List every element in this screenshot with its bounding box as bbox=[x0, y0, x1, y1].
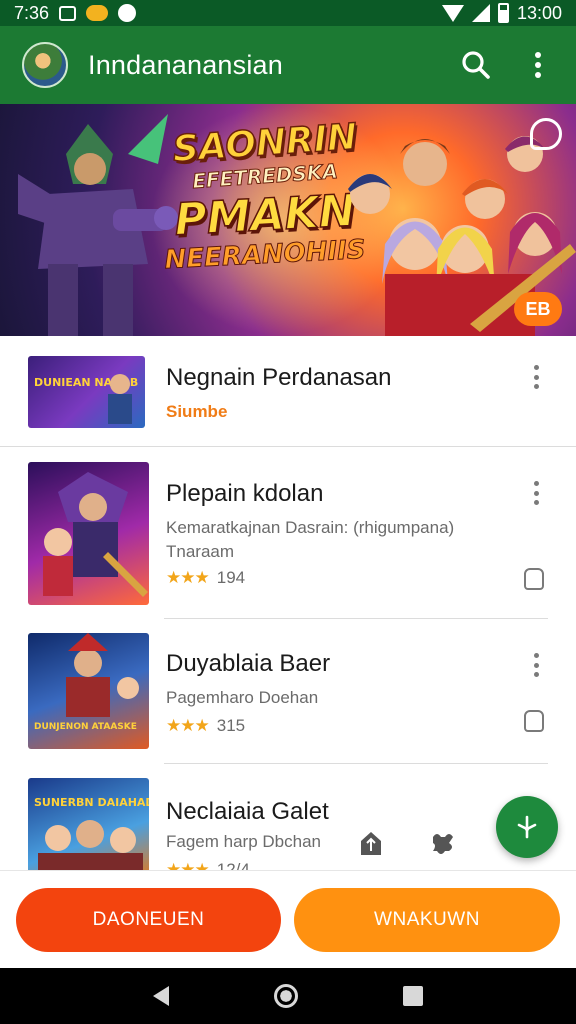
screen: 7:36 13:00 Inndananansian SAONRIN EFETRE… bbox=[0, 0, 576, 1024]
bottom-action-bar: DAONEUEN WNAKUWN bbox=[0, 870, 576, 968]
divider bbox=[164, 618, 548, 619]
list-item-rating: ★★★ 12/4 bbox=[166, 860, 250, 870]
thumbnail-art: DUNIEAN NAHAB bbox=[34, 374, 138, 424]
list-item-title: Duyablaia Baer bbox=[166, 650, 331, 677]
list-item[interactable]: Plepain kdolan Kemaratkajnan Dasrain: (r… bbox=[0, 448, 576, 618]
list-item-rating: ★★★ 315 bbox=[166, 716, 245, 736]
avatar[interactable] bbox=[22, 42, 68, 88]
banner-bookmark-icon[interactable] bbox=[530, 118, 562, 150]
tool-icon bbox=[517, 815, 537, 839]
app-bar: Inndananansian bbox=[0, 26, 576, 104]
primary-orange-button[interactable]: WNAKUWN bbox=[294, 888, 560, 952]
banner-badge[interactable]: EB bbox=[514, 292, 562, 326]
wifi-icon bbox=[441, 4, 464, 22]
more-vert-icon[interactable] bbox=[526, 362, 546, 392]
list-item-title: Neclaiaia Galet bbox=[166, 798, 329, 825]
promo-banner[interactable]: SAONRIN EFETREDSKA PMAKN NEERANOHIIS EB bbox=[0, 104, 576, 336]
home-icon[interactable] bbox=[273, 984, 298, 1008]
rating-stars-icon: ★★★ bbox=[166, 860, 210, 870]
list-item[interactable]: DUNIEAN NAHAB Negnain Perdanasan Siumbe bbox=[0, 336, 576, 448]
search-icon[interactable] bbox=[460, 49, 492, 81]
system-nav-bar bbox=[0, 968, 576, 1024]
bookmark-icon[interactable] bbox=[524, 710, 544, 732]
rating-value: 194 bbox=[216, 568, 246, 587]
coin-icon bbox=[86, 5, 109, 21]
list-item-description: Kemaratkajnan Dasrain: (rhigumpana) bbox=[166, 518, 455, 537]
list-item-title: Negnain Perdanasan bbox=[166, 364, 392, 391]
thumbnail-text: DUNJENON ATAASKE bbox=[34, 722, 137, 732]
thumbnail-art: SUNERBN DAIAHADIK bbox=[34, 796, 149, 870]
bookmark-icon[interactable] bbox=[524, 568, 544, 590]
list-item[interactable]: SUNERBN DAIAHADIK Neclaiaia Galet Fagem … bbox=[0, 766, 576, 870]
back-icon[interactable] bbox=[152, 986, 169, 1006]
rating-stars-icon: ★★★ bbox=[166, 568, 210, 587]
rating-stars-icon: ★★★ bbox=[166, 716, 210, 735]
list-item-description-2: Tnaraam bbox=[166, 542, 235, 561]
more-vert-icon[interactable] bbox=[526, 478, 546, 508]
game-list: DUNIEAN NAHAB Negnain Perdanasan Siumbe bbox=[0, 336, 576, 870]
list-item[interactable]: DUNJENON ATAASKE Duyablaia Baer Pagemhar… bbox=[0, 620, 576, 760]
app-title: Inndananansian bbox=[88, 49, 283, 80]
list-item-title: Plepain kdolan bbox=[166, 480, 324, 507]
list-item-description: Pagemharo Doehan bbox=[166, 688, 319, 707]
list-item-thumbnail: DUNIEAN NAHAB bbox=[28, 356, 145, 428]
status-bar: 7:36 13:00 bbox=[0, 0, 576, 26]
status-clock: 13:00 bbox=[516, 2, 562, 23]
thumbnail-text: SUNERBN DAIAHADIK bbox=[34, 796, 149, 809]
divider bbox=[0, 446, 576, 447]
recent-apps-icon[interactable] bbox=[403, 986, 424, 1006]
more-vert-icon[interactable] bbox=[526, 650, 546, 680]
battery-icon bbox=[497, 3, 509, 23]
list-item-thumbnail bbox=[28, 462, 149, 605]
rating-value: 315 bbox=[216, 716, 246, 735]
more-vert-icon[interactable] bbox=[522, 49, 554, 81]
list-item-thumbnail: DUNJENON ATAASKE bbox=[28, 633, 149, 749]
fab-button[interactable] bbox=[496, 796, 558, 858]
list-item-rating: ★★★ 194 bbox=[166, 568, 245, 588]
list-item-description: Fagem harp Dbchan bbox=[166, 832, 321, 851]
signal-icon bbox=[471, 4, 490, 22]
alarm-icon bbox=[118, 4, 137, 22]
status-time: 7:36 bbox=[14, 2, 50, 23]
status-left: 7:36 bbox=[14, 2, 137, 24]
thumbnail-art bbox=[43, 472, 148, 597]
status-right: 13:00 bbox=[441, 2, 562, 24]
primary-red-button[interactable]: DAONEUEN bbox=[16, 888, 281, 952]
list-item-tag: Siumbe bbox=[166, 402, 228, 421]
app-actions bbox=[460, 49, 554, 81]
upload-icon[interactable] bbox=[356, 828, 386, 858]
notification-icon bbox=[59, 5, 77, 21]
hero-warrior-art bbox=[18, 114, 178, 336]
divider bbox=[164, 763, 548, 764]
puzzle-icon[interactable] bbox=[428, 828, 458, 858]
list-item-thumbnail: SUNERBN DAIAHADIK bbox=[28, 778, 149, 870]
rating-value: 12/4 bbox=[216, 860, 250, 870]
thumbnail-art: DUNJENON ATAASKE bbox=[34, 633, 139, 732]
